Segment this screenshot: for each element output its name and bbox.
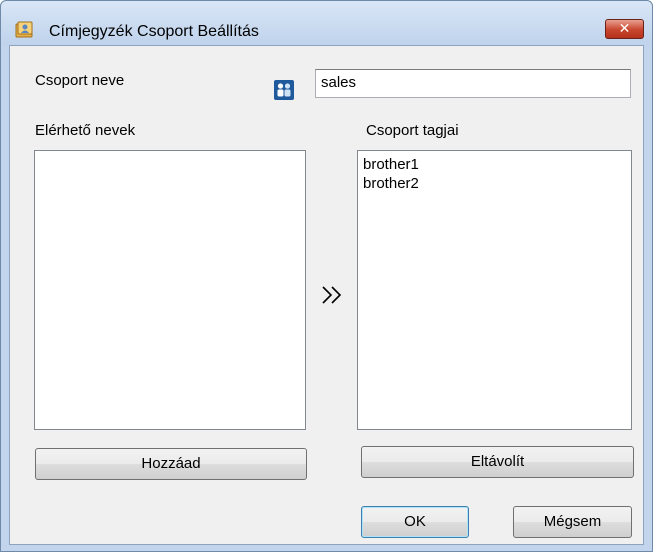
group-name-value: sales: [321, 74, 357, 91]
title-bar[interactable]: Címjegyzék Csoport Beállítás ✕: [1, 1, 652, 45]
cancel-button-label: Mégsem: [543, 513, 602, 530]
group-name-label: Csoport neve: [35, 72, 125, 89]
close-button[interactable]: ✕: [605, 19, 644, 39]
list-item[interactable]: brother2: [358, 174, 631, 193]
cancel-button[interactable]: Mégsem: [513, 506, 632, 538]
add-button[interactable]: Hozzáad: [35, 448, 307, 480]
window-title: Címjegyzék Csoport Beállítás: [49, 23, 259, 40]
remove-button-label: Eltávolít: [470, 453, 525, 470]
available-names-label: Elérhető nevek: [35, 122, 136, 139]
dialog-window: Címjegyzék Csoport Beállítás ✕ Csoport n…: [0, 0, 653, 552]
group-people-icon[interactable]: [274, 80, 294, 100]
group-name-input[interactable]: sales: [315, 69, 631, 98]
available-names-list[interactable]: [34, 150, 306, 430]
group-members-label: Csoport tagjai: [366, 122, 459, 139]
group-members-list[interactable]: brother1 brother2: [357, 150, 632, 430]
list-item[interactable]: brother1: [358, 155, 631, 174]
ok-button-label: OK: [404, 513, 426, 530]
close-icon: ✕: [618, 20, 631, 36]
address-book-icon: [15, 21, 33, 38]
double-chevron-right-icon[interactable]: [321, 285, 345, 305]
ok-button[interactable]: OK: [361, 506, 469, 538]
dialog-content: Csoport neve sales Elérhető nevek Csopor…: [9, 45, 644, 545]
remove-button[interactable]: Eltávolít: [361, 446, 634, 478]
add-button-label: Hozzáad: [141, 455, 201, 472]
